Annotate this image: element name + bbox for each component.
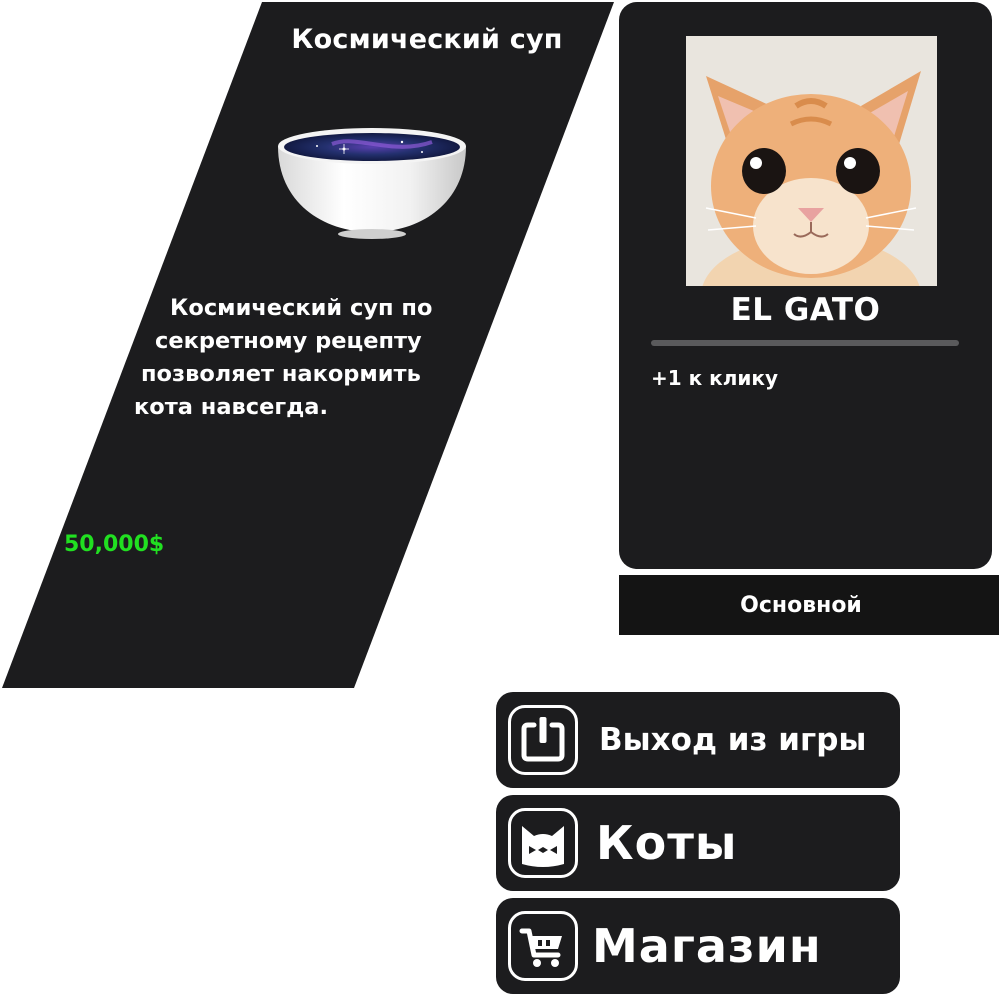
shop-label: Магазин: [592, 919, 822, 973]
cat-card: EL GATO +1 к клику: [619, 2, 992, 569]
item-price: 50,000$: [64, 532, 165, 557]
cats-label: Коты: [596, 816, 738, 870]
cat-bonus: +1 к клику: [651, 366, 779, 390]
power-icon-frame: [508, 705, 578, 775]
cosmic-soup-bowl-icon: [278, 128, 466, 239]
item-description-line: кота навсегда.: [134, 394, 329, 420]
exit-game-label: Выход из игры: [599, 722, 867, 758]
cat-face-icon: [522, 826, 564, 867]
shop-button[interactable]: Магазин: [496, 898, 900, 994]
cat-divider: [651, 340, 959, 346]
cat-name: EL GATO: [730, 292, 881, 328]
category-tab-label: Основной: [740, 592, 862, 618]
shop-item-panel[interactable]: Космический суп Космический суп по секре…: [0, 0, 620, 690]
shopping-cart-icon-frame: [508, 911, 578, 981]
cats-button[interactable]: Коты: [496, 795, 900, 891]
exit-game-button[interactable]: Выход из игры: [496, 692, 900, 788]
item-description-line: позволяет накормить: [141, 361, 421, 387]
item-description: Космический суп по секретному рецепту по…: [130, 292, 510, 424]
shopping-cart-icon: [519, 928, 562, 967]
item-title: Космический суп: [291, 24, 563, 55]
kitten-photo: [686, 36, 937, 286]
category-tab[interactable]: Основной: [619, 575, 999, 635]
item-description-line: секретному рецепту: [155, 328, 422, 354]
kitten-photo-icon: [686, 36, 937, 286]
item-description-line: Космический суп по: [170, 295, 433, 321]
cat-face-icon-frame: [508, 808, 578, 878]
power-icon: [521, 717, 565, 762]
